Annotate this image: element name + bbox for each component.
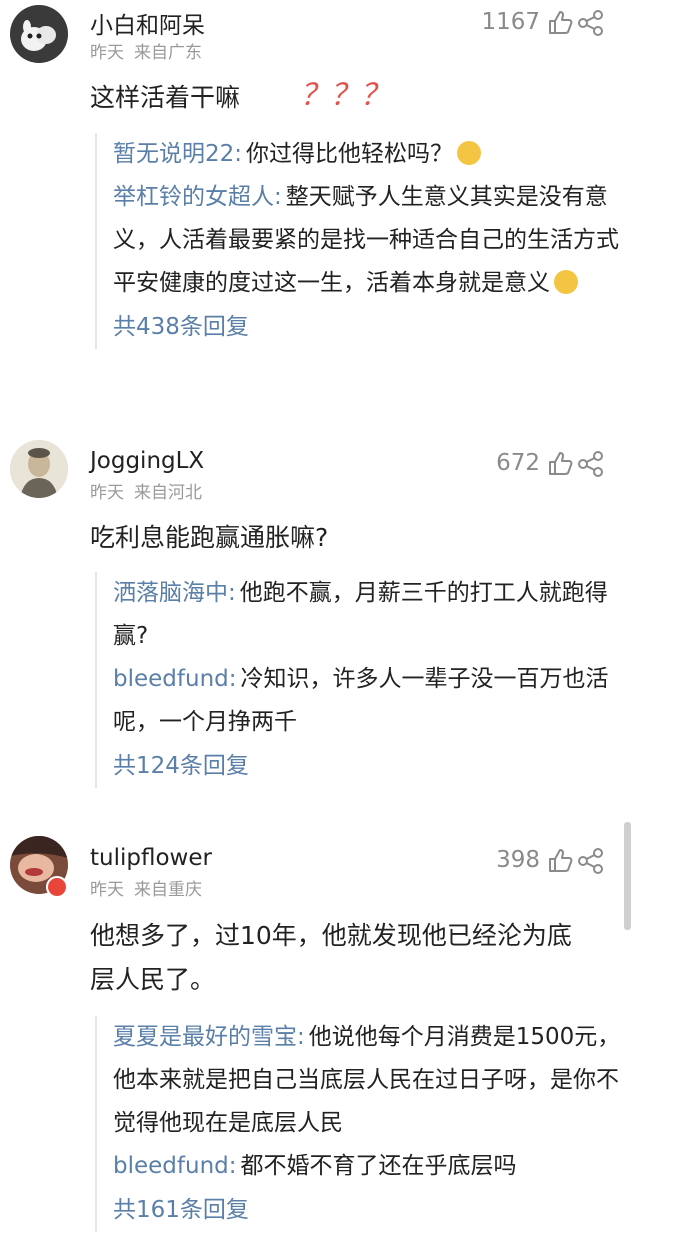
reply-colon: :	[228, 580, 236, 606]
comment-text: 吃利息能跑赢通胀嘛?	[90, 523, 329, 552]
reply-item[interactable]: 举杠铃的女超人: 整天赋予人生意义其实是没有意义，人活着最要紧的是找一种适合自己的…	[113, 176, 633, 305]
view-more-replies[interactable]: 共438条回复	[113, 306, 633, 349]
verified-badge	[46, 876, 68, 898]
reply-username[interactable]: 洒落脑海中	[113, 580, 228, 606]
thumbs-up-icon[interactable]	[545, 8, 575, 38]
scrollbar[interactable]	[624, 822, 631, 930]
reply-item[interactable]: 夏夏是最好的雪宝: 他说他每个月消费是1500元，他本来就是把自己当底层人民在过日…	[113, 1016, 633, 1145]
comment-location: 来自广东	[134, 43, 202, 63]
reply-text: 你过得比他轻松吗？	[246, 141, 454, 167]
reply-item[interactable]: 洒落脑海中: 他跑不赢，月薪三千的打工人就跑得赢?	[113, 572, 633, 658]
avatar[interactable]	[10, 440, 68, 498]
comment-meta: 昨天 来自重庆	[90, 875, 202, 900]
reply-list: 夏夏是最好的雪宝: 他说他每个月消费是1500元，他本来就是把自己当底层人民在过日…	[95, 1016, 633, 1232]
like-count: 398	[496, 847, 540, 873]
reply-colon: :	[228, 666, 237, 692]
reply-item[interactable]: bleedfund: 冷知识，许多人一辈子没一百万也活呢，一个月挣两千	[113, 658, 633, 744]
reply-item[interactable]: 暂无说明22: 你过得比他轻松吗？	[113, 133, 633, 176]
laughing-emoji-icon	[457, 141, 482, 165]
reply-username[interactable]: bleedfund	[113, 666, 229, 692]
username[interactable]: tulipflower	[90, 845, 212, 871]
view-more-replies[interactable]: 共124条回复	[113, 745, 633, 788]
reply-username[interactable]: 暂无说明22	[113, 141, 234, 167]
reply-item[interactable]: bleedfund: 都不婚不育了还在乎底层吗	[113, 1145, 633, 1188]
comment-location: 来自重庆	[134, 880, 202, 900]
share-icon[interactable]	[576, 8, 606, 38]
thumbs-up-icon[interactable]	[545, 449, 575, 479]
comment-time: 昨天	[90, 880, 124, 900]
username[interactable]: 小白和阿呆	[90, 6, 205, 40]
share-icon[interactable]	[576, 846, 606, 876]
comment-text: 他想多了，过10年，他就发现他已经沦为底层人民了。	[90, 921, 572, 994]
reply-list: 暂无说明22: 你过得比他轻松吗？ 举杠铃的女超人: 整天赋予人生意义其实是没有意义…	[95, 133, 633, 349]
thumbs-up-icon[interactable]	[545, 846, 575, 876]
reply-colon: :	[228, 1153, 237, 1179]
reply-colon: :	[274, 184, 282, 210]
reply-list: 洒落脑海中: 他跑不赢，月薪三千的打工人就跑得赢? bleedfund: 冷知识，许…	[95, 572, 633, 788]
reply-username[interactable]: 举杠铃的女超人	[113, 184, 274, 210]
comment-time: 昨天	[90, 483, 124, 503]
reply-username[interactable]: 夏夏是最好的雪宝	[113, 1024, 297, 1050]
comment-location: 来自河北	[134, 483, 202, 503]
reply-text: 都不婚不育了还在乎底层吗	[240, 1153, 517, 1179]
reply-username[interactable]: bleedfund	[113, 1153, 229, 1179]
reply-colon: :	[297, 1024, 305, 1050]
view-more-replies[interactable]: 共161条回复	[113, 1189, 633, 1232]
reply-colon: :	[234, 141, 243, 167]
question-marks-decoration: ？？？	[300, 78, 390, 113]
comment-meta: 昨天 来自广东	[90, 38, 202, 63]
share-icon[interactable]	[576, 449, 606, 479]
like-count: 1167	[481, 9, 540, 35]
username[interactable]: JoggingLX	[90, 448, 204, 474]
comment-time: 昨天	[90, 43, 124, 63]
like-count: 672	[496, 450, 540, 476]
avatar[interactable]	[10, 5, 68, 63]
crying-emoji-icon	[554, 270, 578, 294]
comment-meta: 昨天 来自河北	[90, 478, 202, 503]
